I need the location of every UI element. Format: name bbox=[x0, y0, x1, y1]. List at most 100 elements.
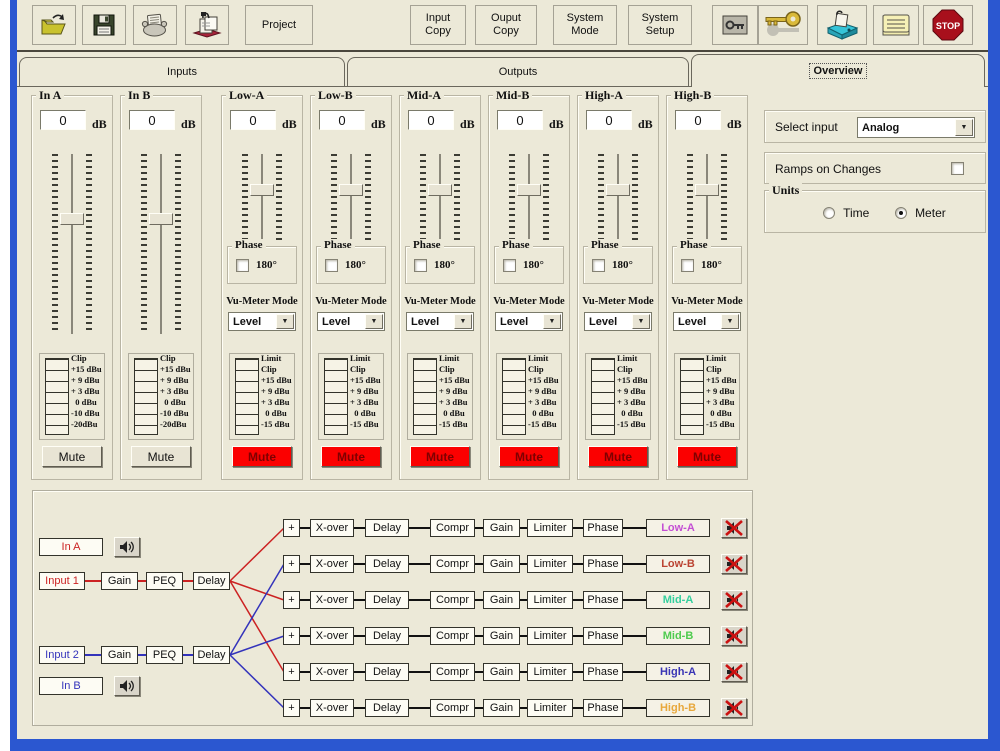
output-label-mid-a[interactable]: Mid-A bbox=[646, 591, 710, 609]
mute-button[interactable]: Mute bbox=[131, 446, 191, 467]
vu-mode-select[interactable]: Level ▼ bbox=[584, 312, 652, 331]
mute-button[interactable]: Mute bbox=[42, 446, 102, 467]
phase-block[interactable]: Phase bbox=[583, 663, 623, 681]
gain-value-field[interactable]: 0 bbox=[230, 110, 276, 130]
tab-outputs[interactable]: Outputs bbox=[347, 57, 689, 86]
mute-button[interactable]: Mute bbox=[499, 446, 559, 467]
gain-block[interactable]: Gain bbox=[483, 555, 520, 573]
mute-button[interactable]: Mute bbox=[677, 446, 737, 467]
output-mute-speaker-mid-b[interactable] bbox=[721, 626, 747, 646]
delay-block[interactable]: Delay bbox=[365, 519, 409, 537]
xover-block[interactable]: X-over bbox=[310, 699, 354, 717]
vu-mode-select[interactable]: Level ▼ bbox=[317, 312, 385, 331]
vu-mode-select[interactable]: Level ▼ bbox=[228, 312, 296, 331]
delay-block[interactable]: Delay bbox=[193, 572, 230, 590]
select-input-dropdown[interactable]: Analog ▼ bbox=[857, 117, 975, 138]
hardware-button[interactable] bbox=[817, 5, 867, 45]
save-button[interactable] bbox=[82, 5, 126, 45]
phase-block[interactable]: Phase bbox=[583, 591, 623, 609]
phase-checkbox[interactable] bbox=[236, 259, 249, 272]
gain-slider[interactable] bbox=[578, 154, 660, 244]
mute-button[interactable]: Mute bbox=[410, 446, 470, 467]
gain-value-field[interactable]: 0 bbox=[40, 110, 86, 130]
limiter-block[interactable]: Limiter bbox=[527, 519, 573, 537]
phase-block[interactable]: Phase bbox=[583, 519, 623, 537]
xover-block[interactable]: X-over bbox=[310, 519, 354, 537]
slider-thumb[interactable] bbox=[695, 184, 719, 196]
chevron-down-icon[interactable]: ▼ bbox=[955, 119, 973, 136]
monitor-a-button[interactable] bbox=[114, 537, 140, 557]
gain-value-field[interactable]: 0 bbox=[319, 110, 365, 130]
vu-mode-select[interactable]: Level ▼ bbox=[495, 312, 563, 331]
phase-block[interactable]: Phase bbox=[583, 627, 623, 645]
xover-block[interactable]: X-over bbox=[310, 591, 354, 609]
chevron-down-icon[interactable]: ▼ bbox=[276, 314, 294, 329]
print-project-button[interactable] bbox=[185, 5, 229, 45]
project-button[interactable]: Project bbox=[245, 5, 313, 45]
phase-checkbox[interactable] bbox=[325, 259, 338, 272]
limiter-block[interactable]: Limiter bbox=[527, 663, 573, 681]
lock-button[interactable] bbox=[712, 5, 758, 45]
radio-time[interactable] bbox=[823, 207, 835, 219]
delay-block[interactable]: Delay bbox=[365, 699, 409, 717]
phase-checkbox[interactable] bbox=[681, 259, 694, 272]
limiter-block[interactable]: Limiter bbox=[527, 555, 573, 573]
gain-value-field[interactable]: 0 bbox=[129, 110, 175, 130]
limiter-block[interactable]: Limiter bbox=[527, 591, 573, 609]
gain-slider[interactable] bbox=[311, 154, 393, 244]
system-mode-button[interactable]: System Mode bbox=[553, 5, 617, 45]
system-setup-button[interactable]: System Setup bbox=[628, 5, 692, 45]
units-time-option[interactable]: Time bbox=[823, 206, 869, 220]
output-mute-speaker-low-b[interactable] bbox=[721, 554, 747, 574]
phase-checkbox[interactable] bbox=[503, 259, 516, 272]
input-copy-button[interactable]: Input Copy bbox=[410, 5, 466, 45]
compressor-block[interactable]: Compr bbox=[430, 663, 475, 681]
slider-thumb[interactable] bbox=[606, 184, 630, 196]
gain-block[interactable]: Gain bbox=[483, 699, 520, 717]
chevron-down-icon[interactable]: ▼ bbox=[543, 314, 561, 329]
phase-block[interactable]: Phase bbox=[583, 555, 623, 573]
xover-block[interactable]: X-over bbox=[310, 627, 354, 645]
phase-checkbox[interactable] bbox=[592, 259, 605, 272]
delay-block[interactable]: Delay bbox=[193, 646, 230, 664]
gain-block[interactable]: Gain bbox=[483, 627, 520, 645]
radio-meter[interactable] bbox=[895, 207, 907, 219]
unlock-button[interactable] bbox=[758, 5, 808, 45]
notes-button[interactable] bbox=[873, 5, 919, 45]
monitor-b-button[interactable] bbox=[114, 676, 140, 696]
phase-checkbox[interactable] bbox=[414, 259, 427, 272]
chevron-down-icon[interactable]: ▼ bbox=[721, 314, 739, 329]
gain-slider[interactable] bbox=[121, 154, 203, 334]
compressor-block[interactable]: Compr bbox=[430, 519, 475, 537]
compressor-block[interactable]: Compr bbox=[430, 627, 475, 645]
slider-thumb[interactable] bbox=[428, 184, 452, 196]
phase-block[interactable]: Phase bbox=[583, 699, 623, 717]
sum-node[interactable]: + bbox=[283, 627, 300, 645]
gain-value-field[interactable]: 0 bbox=[586, 110, 632, 130]
tab-overview[interactable]: Overview bbox=[691, 54, 985, 87]
in-b-box[interactable]: In B bbox=[39, 677, 103, 695]
ouput-copy-button[interactable]: Ouput Copy bbox=[475, 5, 537, 45]
stop-button[interactable]: STOP bbox=[923, 5, 973, 45]
compressor-block[interactable]: Compr bbox=[430, 591, 475, 609]
vu-mode-select[interactable]: Level ▼ bbox=[406, 312, 474, 331]
input2-box[interactable]: Input 2 bbox=[39, 646, 85, 664]
input1-box[interactable]: Input 1 bbox=[39, 572, 85, 590]
gain-block[interactable]: Gain bbox=[483, 591, 520, 609]
mute-button[interactable]: Mute bbox=[321, 446, 381, 467]
output-mute-speaker-high-a[interactable] bbox=[721, 662, 747, 682]
chevron-down-icon[interactable]: ▼ bbox=[454, 314, 472, 329]
sum-node[interactable]: + bbox=[283, 519, 300, 537]
print-button[interactable] bbox=[133, 5, 177, 45]
xover-block[interactable]: X-over bbox=[310, 555, 354, 573]
slider-thumb[interactable] bbox=[149, 213, 173, 225]
sum-node[interactable]: + bbox=[283, 555, 300, 573]
gain-value-field[interactable]: 0 bbox=[497, 110, 543, 130]
sum-node[interactable]: + bbox=[283, 663, 300, 681]
units-meter-option[interactable]: Meter bbox=[895, 206, 946, 220]
output-mute-speaker-high-b[interactable] bbox=[721, 698, 747, 718]
ramps-checkbox[interactable] bbox=[951, 162, 964, 175]
mute-button[interactable]: Mute bbox=[588, 446, 648, 467]
gain-block[interactable]: Gain bbox=[101, 572, 138, 590]
gain-slider[interactable] bbox=[222, 154, 304, 244]
